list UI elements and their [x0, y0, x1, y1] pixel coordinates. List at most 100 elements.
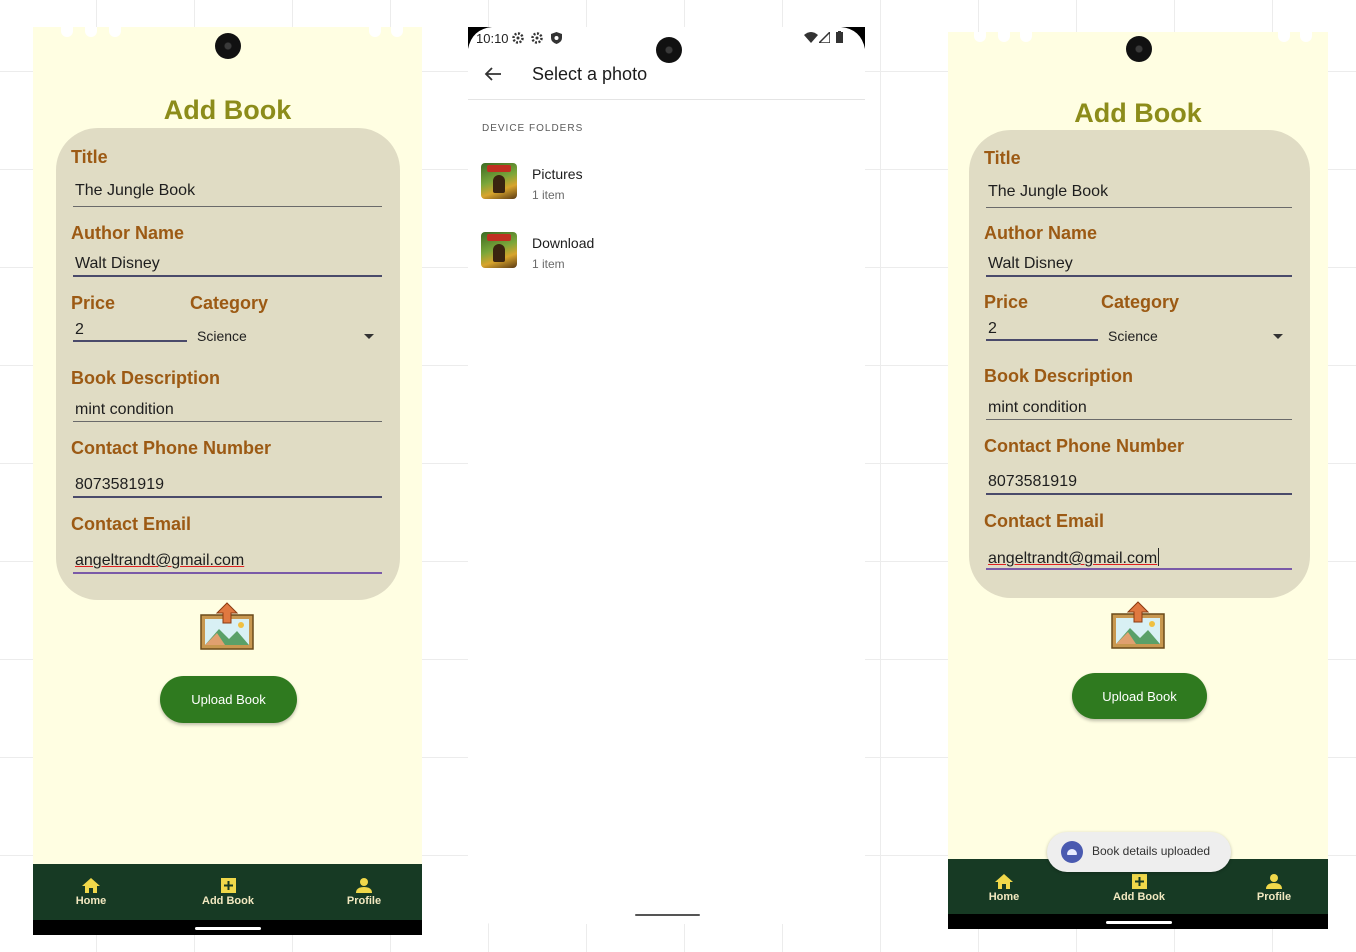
- camera-cutout: [1126, 36, 1152, 62]
- folder-item-download[interactable]: Download 1 item: [468, 226, 865, 286]
- upload-book-button[interactable]: Upload Book: [1072, 673, 1207, 719]
- image-upload-icon[interactable]: [199, 601, 255, 651]
- camera-cutout: [215, 33, 241, 59]
- price-label: Price: [71, 293, 116, 313]
- gear-icon: [512, 32, 524, 44]
- signal-icon: [819, 32, 830, 43]
- home-icon: [82, 878, 100, 893]
- nav-add-book[interactable]: Add Book: [1094, 873, 1184, 903]
- email-label: Contact Email: [984, 511, 1105, 531]
- page-title: Add Book: [163, 95, 292, 125]
- arrow-back-icon[interactable]: [484, 66, 502, 82]
- nav-add-book-label: Add Book: [202, 895, 254, 907]
- nav-profile[interactable]: Profile: [1229, 873, 1319, 903]
- bottom-navbar: Home Add Book Profile: [33, 864, 422, 920]
- title-input[interactable]: The Jungle Book: [75, 182, 195, 200]
- photo-picker-screen: 10:10 Select a photo DEVICE FOLDERS Pict…: [468, 27, 865, 924]
- price-label: Price: [984, 292, 1029, 312]
- email-input[interactable]: angeltrandt@gmail.com: [988, 548, 1160, 568]
- author-underline: [73, 275, 382, 277]
- add-book-screen-right: Add Book Title The Jungle Book Author Na…: [948, 32, 1328, 929]
- camera-cutout: [656, 37, 682, 63]
- gesture-area: [33, 920, 422, 935]
- nav-home[interactable]: Home: [46, 877, 136, 907]
- add-box-icon: [220, 878, 236, 893]
- chevron-down-icon[interactable]: [364, 334, 374, 339]
- android-app-icon: [1061, 841, 1083, 863]
- description-input[interactable]: mint condition: [988, 399, 1087, 417]
- folder-name: Download: [532, 235, 595, 251]
- toast-notification: Book details uploaded: [1047, 832, 1231, 872]
- folder-thumbnail: [481, 163, 517, 199]
- corner-right: [841, 27, 865, 49]
- author-underline: [986, 275, 1292, 277]
- folder-count: 1 item: [532, 188, 565, 202]
- title-input[interactable]: The Jungle Book: [988, 183, 1108, 201]
- gesture-handle[interactable]: [195, 927, 261, 930]
- phone-underline: [986, 493, 1292, 495]
- wifi-icon: [804, 32, 818, 43]
- book-form-card: Title The Jungle Book Author Name Walt D…: [969, 130, 1310, 598]
- phone-underline: [73, 496, 382, 498]
- header-divider: [468, 99, 865, 100]
- gear-icon: [531, 32, 543, 44]
- nav-profile[interactable]: Profile: [319, 877, 409, 907]
- nav-add-book[interactable]: Add Book: [183, 877, 273, 907]
- nav-profile-label: Profile: [1256, 891, 1292, 903]
- status-time: 10:10: [476, 31, 509, 46]
- phone-label: Contact Phone Number: [71, 438, 272, 458]
- description-underline: [73, 421, 382, 422]
- person-icon: [356, 878, 372, 893]
- toast-message: Book details uploaded: [1092, 844, 1211, 858]
- add-book-screen-left: Add Book Title The Jungle Book Author Na…: [33, 27, 422, 935]
- gesture-handle[interactable]: [1106, 921, 1172, 924]
- add-box-icon: [1131, 874, 1147, 889]
- nav-home-label: Home: [75, 895, 107, 907]
- email-input-text: angeltrandt@gmail.com: [988, 550, 1158, 567]
- nav-home-label: Home: [988, 891, 1020, 903]
- upload-book-button[interactable]: Upload Book: [160, 676, 297, 723]
- folder-name: Pictures: [532, 166, 583, 182]
- picker-title: Select a photo: [532, 64, 648, 84]
- folder-thumbnail: [481, 232, 517, 268]
- phone-label: Contact Phone Number: [984, 436, 1185, 456]
- price-input[interactable]: 2: [75, 321, 84, 339]
- phone-input[interactable]: 8073581919: [75, 476, 164, 494]
- home-icon: [995, 874, 1013, 889]
- image-upload-icon[interactable]: [1110, 600, 1166, 650]
- email-underline: [73, 572, 382, 574]
- email-label: Contact Email: [71, 514, 192, 534]
- title-label: Title: [984, 148, 1021, 168]
- description-label: Book Description: [984, 366, 1134, 386]
- title-underline: [986, 207, 1292, 208]
- price-underline: [986, 339, 1098, 341]
- home-indicator[interactable]: [635, 914, 700, 916]
- chevron-down-icon[interactable]: [1273, 334, 1283, 339]
- folder-item-pictures[interactable]: Pictures 1 item: [468, 157, 865, 217]
- title-label: Title: [71, 147, 108, 167]
- author-input[interactable]: Walt Disney: [988, 255, 1073, 273]
- title-underline: [73, 206, 382, 207]
- book-form-card: Title The Jungle Book Author Name Walt D…: [56, 128, 400, 600]
- price-input[interactable]: 2: [988, 320, 997, 338]
- author-label: Author Name: [984, 223, 1098, 243]
- category-select[interactable]: Science: [1108, 328, 1158, 344]
- category-label: Category: [1101, 292, 1180, 312]
- nav-profile-label: Profile: [346, 895, 382, 907]
- author-label: Author Name: [71, 223, 185, 243]
- phone-input[interactable]: 8073581919: [988, 473, 1077, 491]
- price-underline: [73, 340, 187, 342]
- email-input[interactable]: angeltrandt@gmail.com: [75, 552, 244, 570]
- nav-home[interactable]: Home: [959, 873, 1049, 903]
- person-icon: [1266, 874, 1282, 889]
- folder-count: 1 item: [532, 257, 565, 271]
- description-input[interactable]: mint condition: [75, 401, 174, 419]
- gesture-area: [948, 914, 1328, 929]
- section-header: DEVICE FOLDERS: [482, 123, 584, 134]
- battery-icon: [836, 31, 843, 43]
- nav-add-book-label: Add Book: [1113, 891, 1165, 903]
- category-select[interactable]: Science: [197, 328, 247, 344]
- text-cursor: [1158, 548, 1160, 566]
- author-input[interactable]: Walt Disney: [75, 255, 160, 273]
- category-label: Category: [190, 293, 269, 313]
